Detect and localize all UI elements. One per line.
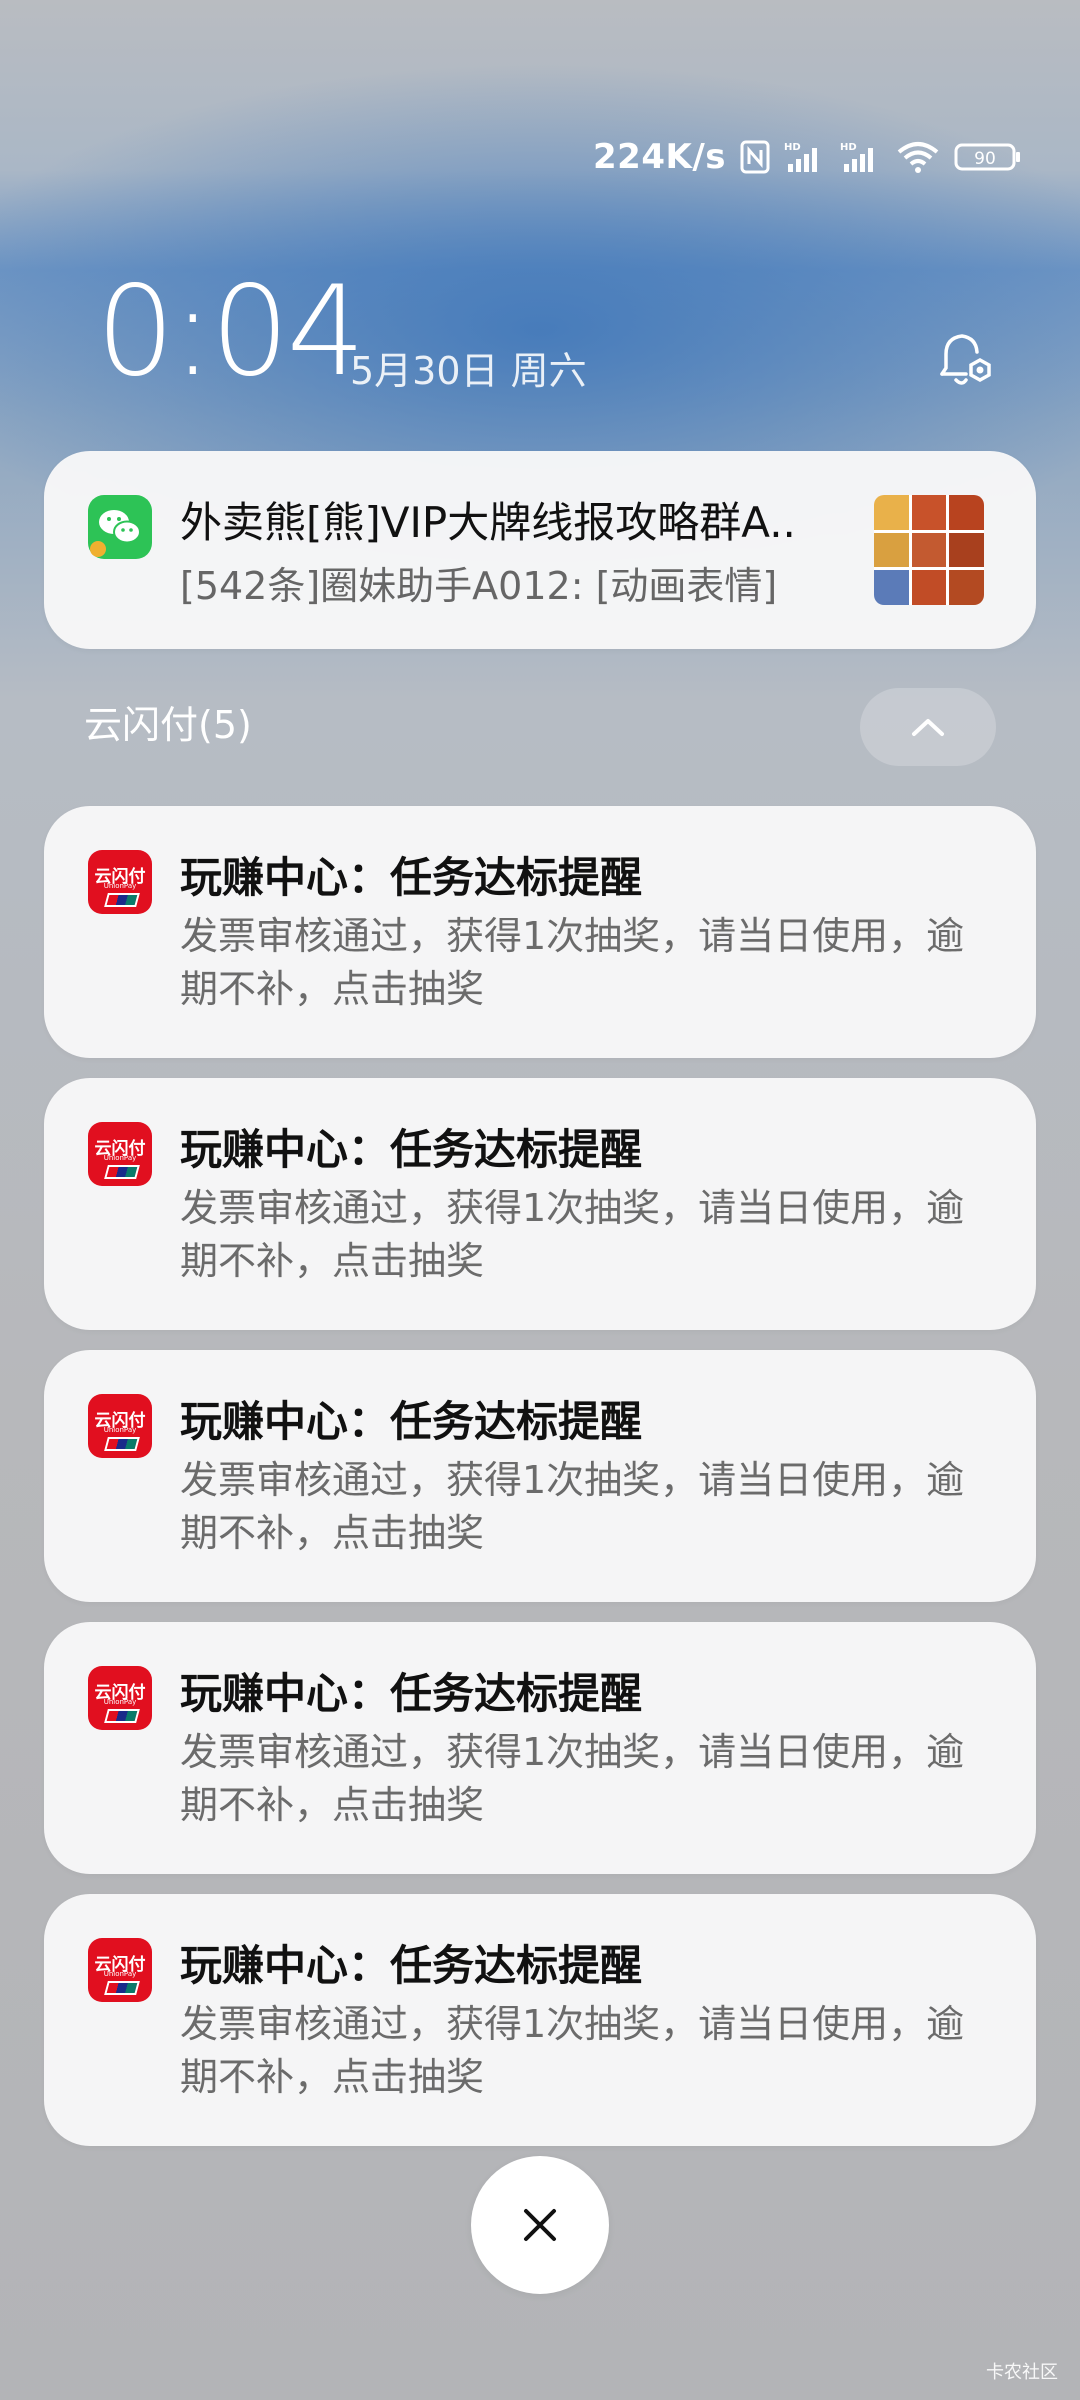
- clock-time: 0:04: [96, 260, 365, 404]
- unionpay-notification-card[interactable]: 云闪付 UnionPay 玩赚中心：任务达标提醒 发票审核通过，获得1次抽奖，请…: [44, 1078, 1036, 1330]
- notification-body: 发票审核通过，获得1次抽奖，请当日使用，逾期不补，点击抽奖: [180, 1458, 965, 1555]
- lockscreen-clock-row: 0:04 5月30日 周六: [96, 262, 996, 402]
- notification-group-label: 云闪付(5): [84, 703, 252, 747]
- unionpay-notification-card[interactable]: 云闪付 UnionPay 玩赚中心：任务达标提醒 发票审核通过，获得1次抽奖，请…: [44, 1894, 1036, 2146]
- wechat-icon: [88, 495, 152, 559]
- close-icon: [524, 2209, 556, 2241]
- chevron-up-icon: [912, 719, 944, 736]
- notification-body: 发票审核通过，获得1次抽奖，请当日使用，逾期不补，点击抽奖: [180, 1730, 965, 1827]
- unionpay-notification-card[interactable]: 云闪付 UnionPay 玩赚中心：任务达标提醒 发票审核通过，获得1次抽奖，请…: [44, 1350, 1036, 1602]
- notification-body: 发票审核通过，获得1次抽奖，请当日使用，逾期不补，点击抽奖: [180, 914, 965, 1011]
- status-bar: 224K/s HD HD 90: [593, 130, 1022, 184]
- notification-body: 发票审核通过，获得1次抽奖，请当日使用，逾期不补，点击抽奖: [180, 1186, 965, 1283]
- unionpay-app-icon: 云闪付 UnionPay: [88, 1122, 152, 1186]
- battery-icon: 90: [954, 140, 1022, 174]
- hd-signal-icon: HD: [840, 140, 882, 174]
- battery-level: 90: [974, 149, 996, 169]
- clock-date: 5月30日 周六: [350, 349, 587, 393]
- notification-settings-icon[interactable]: [930, 326, 1000, 396]
- sticker-thumbnail: [874, 495, 984, 605]
- hd-signal-icon: HD: [784, 140, 826, 174]
- notification-title: 玩赚中心：任务达标提醒: [180, 1397, 643, 1446]
- watermark: 卡农社区: [986, 2362, 1058, 2383]
- notification-title: 玩赚中心：任务达标提醒: [180, 1125, 643, 1174]
- wechat-notification-title: 外卖熊[熊]VIP大牌线报攻略群A..: [180, 498, 796, 547]
- unionpay-app-icon: 云闪付 UnionPay: [88, 1938, 152, 2002]
- collapse-group-button[interactable]: [860, 688, 996, 766]
- notification-title: 玩赚中心：任务达标提醒: [180, 1941, 643, 1990]
- notification-body: 发票审核通过，获得1次抽奖，请当日使用，逾期不补，点击抽奖: [180, 2002, 965, 2099]
- nfc-icon: [740, 140, 770, 174]
- wechat-notification-body: [542条]圈妹助手A012: [动画表情]: [180, 564, 778, 608]
- notification-title: 玩赚中心：任务达标提醒: [180, 853, 643, 902]
- clear-all-button[interactable]: [471, 2156, 609, 2294]
- wechat-notification-card[interactable]: 外卖熊[熊]VIP大牌线报攻略群A.. [542条]圈妹助手A012: [动画表…: [44, 451, 1036, 649]
- svg-text:HD: HD: [840, 142, 857, 153]
- notification-title: 玩赚中心：任务达标提醒: [180, 1669, 643, 1718]
- unionpay-app-icon: 云闪付 UnionPay: [88, 1394, 152, 1458]
- unionpay-notification-card[interactable]: 云闪付 UnionPay 玩赚中心：任务达标提醒 发票审核通过，获得1次抽奖，请…: [44, 806, 1036, 1058]
- unionpay-app-icon: 云闪付 UnionPay: [88, 1666, 152, 1730]
- wifi-icon: [896, 140, 940, 174]
- network-speed: 224K/s: [593, 137, 726, 177]
- unionpay-app-icon: 云闪付 UnionPay: [88, 850, 152, 914]
- svg-text:HD: HD: [784, 142, 801, 153]
- unionpay-notification-card[interactable]: 云闪付 UnionPay 玩赚中心：任务达标提醒 发票审核通过，获得1次抽奖，请…: [44, 1622, 1036, 1874]
